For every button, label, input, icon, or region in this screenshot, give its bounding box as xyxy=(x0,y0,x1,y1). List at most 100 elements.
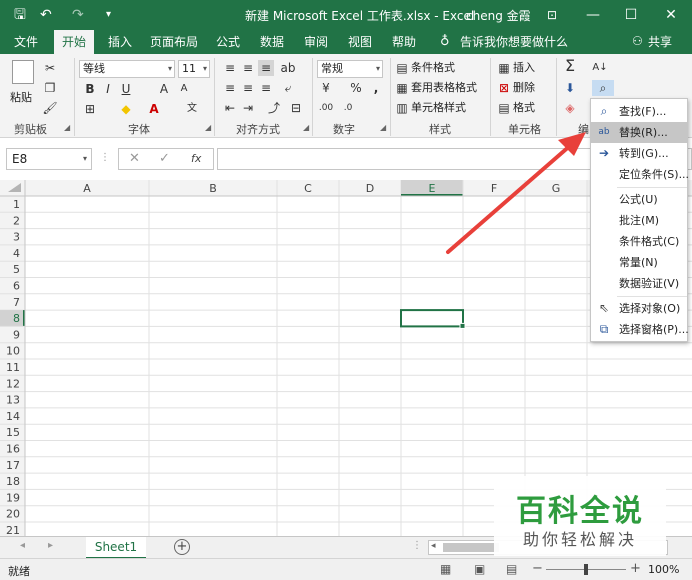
tab-home[interactable]: 开始 xyxy=(54,30,95,54)
format-as-table-button[interactable]: 套用表格格式 xyxy=(411,80,477,98)
menu-item-find[interactable]: ⌕ 查找(F)... xyxy=(591,101,687,122)
alignment-launcher-icon[interactable]: ◢ xyxy=(303,123,309,132)
align-center-icon[interactable]: ≡ xyxy=(240,80,256,96)
increase-decimal-icon[interactable]: .00 xyxy=(318,100,334,116)
insert-cells-button[interactable]: 插入 xyxy=(513,60,535,78)
undo-icon[interactable]: ↶ xyxy=(40,6,52,24)
cell-styles-button[interactable]: 单元格样式 xyxy=(411,100,466,118)
insert-function-button[interactable]: fx xyxy=(191,152,201,165)
name-box[interactable]: E8 ▾ xyxy=(6,148,92,170)
customize-icon[interactable]: ▾ xyxy=(106,6,111,24)
menu-item-formulas[interactable]: 公式(U) xyxy=(591,189,687,210)
menu-item-goto[interactable]: ➔ 转到(G)... xyxy=(591,143,687,164)
enter-icon[interactable]: ✓ xyxy=(159,151,170,166)
menu-item-comments[interactable]: 批注(M) xyxy=(591,210,687,231)
italic-icon[interactable]: I xyxy=(100,81,116,97)
cancel-icon[interactable]: ✕ xyxy=(129,151,140,166)
bold-icon[interactable]: B xyxy=(82,81,98,97)
zoom-level[interactable]: 100% xyxy=(648,563,679,576)
cut-icon[interactable]: ✂ xyxy=(42,60,58,76)
share-button[interactable]: 共享 xyxy=(648,30,672,54)
menu-item-select-objects[interactable]: ⇖ 选择对象(O) xyxy=(591,298,687,319)
tab-data[interactable]: 数据 xyxy=(252,30,292,54)
clipboard-launcher-icon[interactable]: ◢ xyxy=(64,123,70,132)
tab-insert[interactable]: 插入 xyxy=(100,30,140,54)
font-size-combo[interactable]: 11 ▾ xyxy=(178,60,210,78)
border-icon[interactable]: ⊞ xyxy=(82,101,98,117)
autosum-icon[interactable]: Σ xyxy=(562,58,578,74)
accounting-icon[interactable]: ¥ xyxy=(318,80,334,96)
tell-me-input[interactable]: 告诉我你想要做什么 xyxy=(460,30,568,54)
format-cells-button[interactable]: 格式 xyxy=(513,100,535,118)
minimize-icon[interactable]: — xyxy=(578,4,608,26)
align-top-icon[interactable]: ≡ xyxy=(222,60,238,76)
phonetic-icon[interactable]: 文 xyxy=(184,101,200,117)
decrease-font-icon[interactable]: A xyxy=(176,81,192,97)
copy-icon[interactable]: ❐ xyxy=(42,80,58,96)
page-layout-view-icon[interactable]: ▣ xyxy=(474,562,485,576)
zoom-out-icon[interactable]: − xyxy=(532,561,543,576)
save-icon[interactable]: 🖫 xyxy=(14,6,26,24)
number-format-combo[interactable]: 常规 ▾ xyxy=(317,60,383,78)
add-sheet-icon[interactable]: + xyxy=(174,539,190,555)
tab-help[interactable]: 帮助 xyxy=(384,30,424,54)
conditional-format-button[interactable]: 条件格式 xyxy=(411,60,455,78)
tab-file[interactable]: 文件 xyxy=(6,30,46,54)
orientation-icon[interactable]: ab xyxy=(280,60,296,76)
normal-view-icon[interactable]: ▦ xyxy=(440,562,451,576)
sheet-tab-sheet1[interactable]: Sheet1 xyxy=(86,537,146,559)
menu-item-replace[interactable]: ab 替换(R)... xyxy=(591,122,687,143)
align-bottom-icon[interactable]: ≡ xyxy=(258,60,274,76)
align-right-icon[interactable]: ≡ xyxy=(258,80,274,96)
percent-icon[interactable]: % xyxy=(348,80,364,96)
wrap-text-icon[interactable]: ⤶ xyxy=(280,80,296,96)
paste-button[interactable]: 粘贴 xyxy=(10,90,32,108)
menu-item-constants[interactable]: 常量(N) xyxy=(591,252,687,273)
tab-page-layout[interactable]: 页面布局 xyxy=(142,30,206,54)
next-sheet-icon[interactable]: ▸ xyxy=(48,540,53,551)
decrease-indent-icon[interactable]: ⇤ xyxy=(222,100,238,116)
font-launcher-icon[interactable]: ◢ xyxy=(205,123,211,132)
text-direction-icon[interactable]: ⤴ xyxy=(266,100,282,116)
tab-review[interactable]: 审阅 xyxy=(296,30,336,54)
tab-formulas[interactable]: 公式 xyxy=(208,30,248,54)
increase-font-icon[interactable]: A xyxy=(156,81,172,97)
tab-view[interactable]: 视图 xyxy=(340,30,380,54)
ribbon-display-icon[interactable]: ⊡ xyxy=(537,4,567,26)
font-color-icon[interactable]: A xyxy=(146,101,162,117)
menu-item-data-validation[interactable]: 数据验证(V) xyxy=(591,273,687,294)
menu-item-label: 数据验证(V) xyxy=(619,277,680,290)
menu-item-conditional-formatting[interactable]: 条件格式(C) xyxy=(591,231,687,252)
merge-center-icon[interactable]: ⊟ xyxy=(288,100,304,116)
fill-icon[interactable]: ⬇ xyxy=(562,80,578,96)
fill-color-icon[interactable]: ◆ xyxy=(118,101,134,117)
zoom-slider-thumb[interactable] xyxy=(584,564,588,575)
scroll-thumb[interactable] xyxy=(443,543,499,552)
underline-icon[interactable]: U xyxy=(118,81,134,97)
zoom-in-icon[interactable]: + xyxy=(630,561,641,576)
maximize-icon[interactable]: ☐ xyxy=(616,4,646,26)
active-cell[interactable] xyxy=(400,309,464,328)
align-left-icon[interactable]: ≡ xyxy=(222,80,238,96)
clear-icon[interactable]: ◈ xyxy=(562,100,578,116)
tab-splitter-icon[interactable]: ⋮ xyxy=(412,540,422,551)
delete-cells-button[interactable]: 删除 xyxy=(513,80,535,98)
user-name[interactable]: cheng 金霞 xyxy=(466,7,531,24)
menu-item-goto-special[interactable]: 定位条件(S)... xyxy=(591,164,689,185)
redo-icon[interactable]: ↷ xyxy=(72,6,84,24)
sort-filter-icon[interactable]: A↓ xyxy=(592,60,608,76)
splitter-icon[interactable]: ⋮ xyxy=(100,152,110,163)
close-icon[interactable]: ✕ xyxy=(656,4,686,26)
menu-item-selection-pane[interactable]: ⧉ 选择窗格(P)... xyxy=(591,319,689,340)
format-painter-icon[interactable]: 🖌 xyxy=(42,100,58,116)
comma-icon[interactable]: , xyxy=(368,80,384,96)
align-middle-icon[interactable]: ≡ xyxy=(240,60,256,76)
page-break-view-icon[interactable]: ▤ xyxy=(506,562,517,576)
number-launcher-icon[interactable]: ◢ xyxy=(380,123,386,132)
increase-indent-icon[interactable]: ⇥ xyxy=(240,100,256,116)
prev-sheet-icon[interactable]: ◂ xyxy=(20,540,25,551)
find-select-icon[interactable]: ⌕ xyxy=(592,80,614,96)
scroll-left-icon[interactable]: ◂ xyxy=(431,541,436,551)
decrease-decimal-icon[interactable]: .0 xyxy=(340,100,356,116)
font-name-combo[interactable]: 等线 ▾ xyxy=(79,60,175,78)
